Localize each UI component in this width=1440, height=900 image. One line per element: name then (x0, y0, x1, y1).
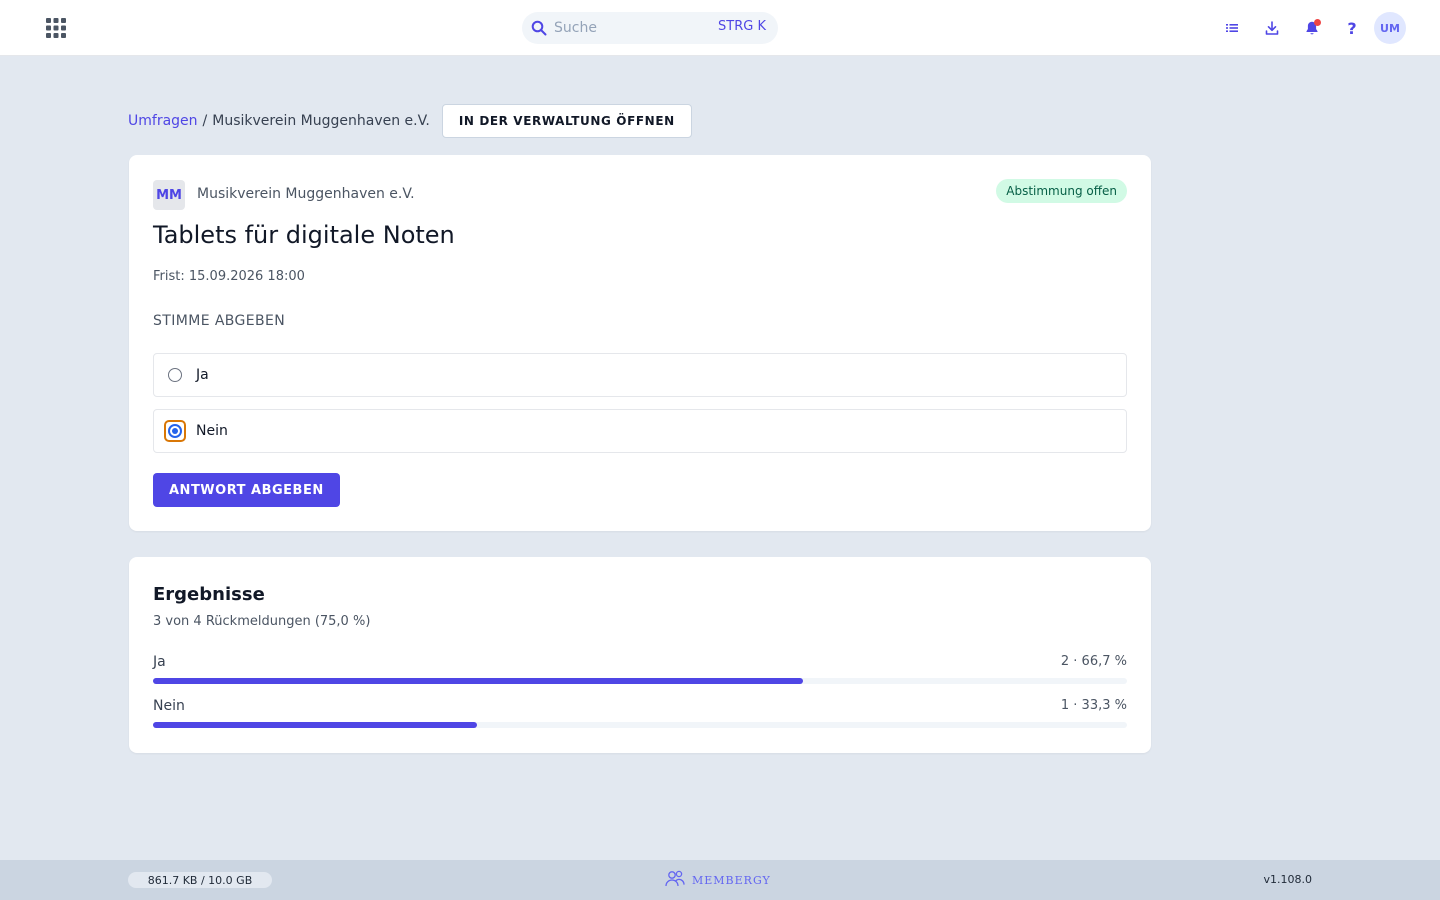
open-in-admin-button[interactable]: IN DER VERWALTUNG ÖFFNEN (441, 104, 692, 138)
breadcrumb-link-umfragen[interactable]: Umfragen (128, 113, 198, 129)
radio-nein[interactable] (168, 424, 182, 438)
vote-option-nein[interactable]: Nein (153, 409, 1127, 453)
avatar[interactable]: UM (1374, 12, 1406, 44)
submit-answer-button[interactable]: ANTWORT ABGEBEN (153, 473, 340, 507)
notification-dot (1314, 19, 1321, 26)
vote-option-label: Nein (196, 423, 228, 439)
help-icon[interactable]: ? (1336, 12, 1368, 44)
breadcrumb-current: Musikverein Muggenhaven e.V. (212, 113, 430, 129)
result-bar-track-ja (153, 678, 1127, 684)
radio-ja[interactable] (168, 368, 182, 382)
search-icon (531, 20, 547, 40)
results-card: Ergebnisse 3 von 4 Rückmeldungen (75,0 %… (129, 557, 1151, 753)
page-title: Tablets für digitale Noten (153, 221, 455, 249)
result-label-nein: Nein (153, 698, 185, 714)
results-title: Ergebnisse (153, 584, 265, 605)
brand-mark-icon (664, 869, 688, 892)
vote-option-label: Ja (196, 367, 209, 383)
breadcrumb-separator: / (202, 113, 208, 129)
footer: 861.7 KB / 10.0 GB MEMBERGY v1.108.0 (0, 860, 1440, 900)
result-bar-fill-nein (153, 722, 478, 728)
vote-option-ja[interactable]: Ja (153, 353, 1127, 397)
results-summary: 3 von 4 Rückmeldungen (75,0 %) (153, 614, 371, 629)
top-bar-actions: ? UM (1208, 12, 1406, 44)
org-avatar: MM (153, 180, 185, 210)
radio-nein-wrapper (164, 420, 186, 442)
result-bar-track-nein (153, 722, 1127, 728)
result-value-nein: 1 · 33,3 % (1060, 698, 1127, 713)
radio-ja-wrapper (166, 366, 184, 384)
list-icon[interactable] (1216, 12, 1248, 44)
status-badge: Abstimmung offen (996, 179, 1127, 203)
brand-logo[interactable]: MEMBERGY (664, 870, 771, 890)
top-bar: STRG K ? UM (0, 0, 1440, 56)
breadcrumb: Umfragen / Musikverein Muggenhaven e.V. … (128, 104, 692, 138)
poll-card: MM Musikverein Muggenhaven e.V. Abstimmu… (129, 155, 1151, 531)
result-value-ja: 2 · 66,7 % (1060, 654, 1127, 669)
app-version: v1.108.0 (1263, 873, 1313, 886)
bell-icon[interactable] (1296, 12, 1328, 44)
storage-usage: 861.7 KB / 10.0 GB (128, 872, 272, 888)
vote-section-label: STIMME ABGEBEN (153, 313, 286, 329)
result-bar-fill-ja (153, 678, 803, 684)
brand-name: MEMBERGY (692, 873, 771, 887)
apps-grid-icon[interactable] (44, 16, 68, 40)
poll-deadline: Frist: 15.09.2026 18:00 (153, 269, 305, 284)
download-icon[interactable] (1256, 12, 1288, 44)
result-label-ja: Ja (153, 654, 166, 670)
org-name: Musikverein Muggenhaven e.V. (197, 186, 415, 202)
search-shortcut-hint: STRG K (718, 19, 766, 34)
search-input[interactable] (554, 12, 704, 44)
search-box[interactable]: STRG K (522, 12, 778, 44)
